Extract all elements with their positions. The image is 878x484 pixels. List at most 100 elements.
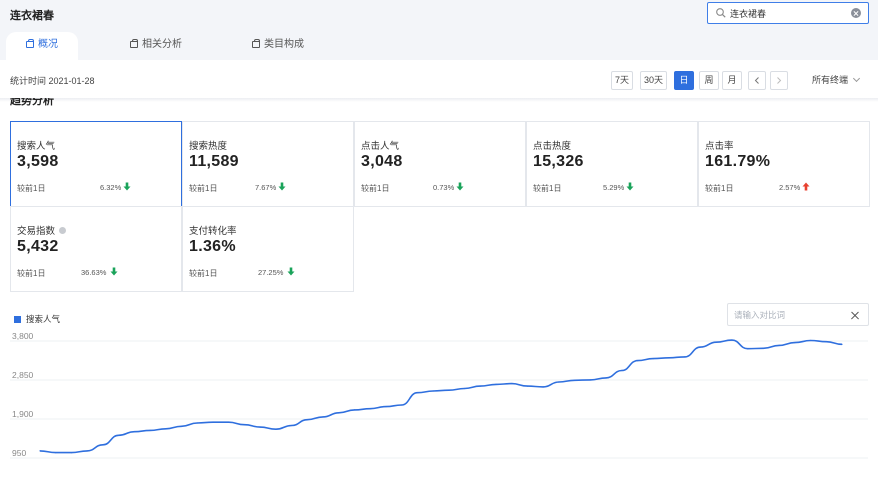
data-point — [212, 421, 214, 423]
data-point — [432, 390, 434, 392]
metric-label: 支付转化率 — [189, 223, 237, 237]
search-box[interactable] — [707, 2, 869, 24]
period-7day-button[interactable]: 7天 — [611, 71, 633, 90]
metric-value: 11,589 — [189, 153, 239, 170]
period-30day-button[interactable]: 30天 — [640, 71, 667, 90]
data-point — [259, 426, 261, 428]
clear-search-icon[interactable] — [851, 8, 861, 18]
search-input[interactable] — [730, 5, 850, 21]
metric-change: 0.73% — [433, 183, 455, 192]
metric-label-text: 搜索热度 — [189, 141, 228, 152]
data-point — [338, 412, 340, 414]
tab-category-composition-icon — [252, 39, 260, 48]
metric-compare-label: 较前1日 — [361, 184, 390, 193]
metric-card-click-popularity[interactable]: 点击人气 3,048 较前1日 0.73% — [354, 121, 526, 207]
app-window: 连衣裙春 概况 相关分析 类目构成 统计时间 2021-01-28 7天 30天… — [0, 0, 878, 484]
data-point — [605, 377, 607, 379]
metric-card-search-heat[interactable]: 搜索热度 11,589 较前1日 7.67% — [182, 121, 354, 207]
data-point — [684, 356, 686, 358]
arrow-down-icon — [123, 182, 131, 191]
metric-change: 36.63% — [81, 268, 107, 277]
period-day-button[interactable]: 日 — [674, 71, 694, 90]
metric-card-pay-conversion[interactable]: 支付转化率 1.36% 较前1日 27.25% — [182, 206, 354, 292]
metric-change: 7.67% — [255, 183, 277, 192]
data-point — [778, 344, 780, 346]
close-icon[interactable] — [850, 310, 860, 320]
tab-category-composition-label: 类目构成 — [264, 39, 304, 50]
metric-compare-label: 较前1日 — [17, 184, 46, 193]
data-point — [542, 386, 544, 388]
metric-label-text: 点击率 — [705, 141, 734, 152]
chevron-right-icon — [777, 77, 782, 84]
metric-label: 搜索人气 — [17, 138, 55, 152]
data-point — [479, 385, 481, 387]
metric-label: 交易指数 — [17, 223, 67, 237]
data-point — [133, 431, 135, 433]
metric-label-text: 点击人气 — [361, 141, 400, 152]
terminal-select-label: 所有终端 — [812, 75, 849, 85]
search-icon — [716, 8, 726, 18]
arrow-up-icon — [802, 182, 810, 191]
metric-card-click-heat[interactable]: 点击热度 15,326 较前1日 5.29% — [526, 121, 698, 207]
data-point — [841, 343, 843, 345]
metric-label: 点击热度 — [533, 138, 571, 152]
data-point — [731, 339, 733, 341]
data-point — [511, 383, 513, 385]
metric-value: 1.36% — [189, 238, 236, 255]
y-tick-label: 3,800 — [12, 331, 34, 341]
data-point — [275, 428, 277, 430]
data-point — [668, 357, 670, 359]
terminal-select[interactable]: 所有终端 — [812, 73, 861, 86]
info-icon[interactable] — [59, 227, 67, 234]
metric-value: 15,326 — [533, 153, 584, 170]
tab-overview[interactable]: 概况 — [6, 32, 78, 60]
data-point — [621, 369, 623, 372]
data-point — [825, 341, 827, 343]
metric-change: 5.29% — [603, 183, 625, 192]
compare-input[interactable] — [734, 308, 844, 322]
legend-swatch — [14, 316, 21, 323]
data-point — [86, 450, 88, 452]
tab-related-analysis[interactable]: 相关分析 — [130, 32, 210, 60]
tab-overview-label: 概况 — [38, 39, 58, 50]
arrow-down-icon — [278, 182, 286, 191]
data-point — [574, 379, 576, 381]
data-point — [353, 409, 356, 411]
data-point — [448, 389, 450, 391]
data-point — [526, 385, 529, 387]
arrow-down-icon — [287, 267, 295, 276]
period-month-button[interactable]: 月 — [722, 71, 742, 90]
chart-legend[interactable]: 搜索人气 — [14, 313, 60, 325]
metric-change: 2.57% — [779, 183, 801, 192]
tab-category-composition[interactable]: 类目构成 — [252, 32, 332, 60]
metric-compare-label: 较前1日 — [705, 184, 734, 193]
data-point — [652, 358, 654, 360]
data-point — [715, 341, 717, 343]
chevron-down-icon — [852, 74, 861, 83]
data-point — [39, 450, 41, 452]
period-week-button[interactable]: 周 — [699, 71, 719, 90]
metric-compare-label: 较前1日 — [533, 184, 562, 193]
data-point — [369, 408, 371, 410]
data-point — [809, 339, 812, 342]
next-period-button[interactable] — [770, 71, 788, 90]
stat-time: 统计时间 2021-01-28 — [10, 76, 95, 86]
metric-change: 27.25% — [258, 268, 284, 277]
metric-label-text: 交易指数 — [17, 226, 56, 237]
prev-period-button[interactable] — [748, 71, 766, 90]
y-tick-label: 2,850 — [12, 370, 34, 380]
data-point — [306, 419, 308, 421]
data-point — [699, 346, 702, 348]
metric-value: 161.79% — [705, 153, 771, 170]
compare-input-box[interactable] — [727, 303, 869, 326]
metric-card-search-popularity[interactable]: 搜索人气 3,598 较前1日 6.32% — [10, 121, 182, 207]
data-point — [196, 422, 198, 424]
tab-related-analysis-label: 相关分析 — [142, 39, 182, 50]
data-point — [243, 424, 245, 426]
metric-change: 6.32% — [100, 183, 122, 192]
data-point — [558, 381, 560, 383]
data-point — [55, 452, 57, 454]
metric-card-click-rate[interactable]: 点击率 161.79% 较前1日 2.57% — [698, 121, 870, 207]
data-point — [495, 383, 497, 385]
metric-card-trade-index[interactable]: 交易指数 5,432 较前1日 36.63% — [10, 206, 182, 292]
